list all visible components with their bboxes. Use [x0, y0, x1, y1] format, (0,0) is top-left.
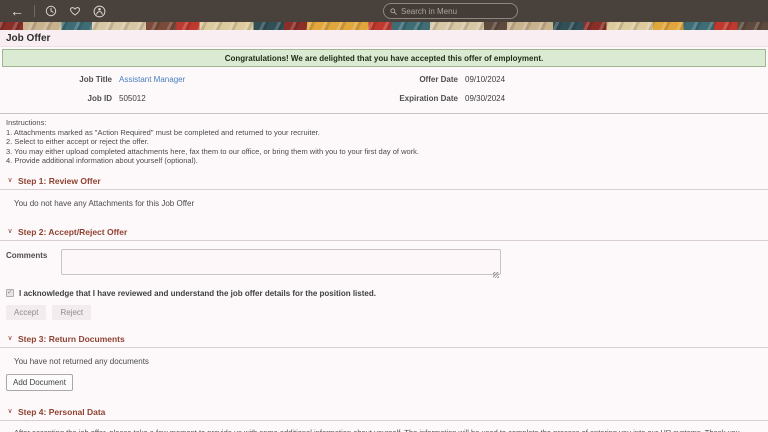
comments-row: Comments — [0, 241, 768, 280]
offer-summary: Job Title Assistant Manager Job ID 50501… — [0, 67, 768, 114]
instruction-line: 2. Select to either accept or reject the… — [6, 137, 762, 147]
confirmation-banner: Congratulations! We are delighted that y… — [2, 49, 766, 67]
step2-header[interactable]: Step 2: Accept/Reject Offer — [0, 224, 768, 241]
decorative-banner-strip — [0, 22, 768, 30]
step3-empty-text: You have not returned any documents — [0, 348, 768, 366]
instruction-line: 4. Provide additional information about … — [6, 156, 762, 166]
global-search[interactable] — [383, 3, 518, 19]
job-title-link[interactable]: Assistant Manager — [119, 75, 185, 84]
step4-section: Step 4: Personal Data After accepting th… — [0, 404, 768, 432]
expiration-date-value: 09/30/2024 — [465, 94, 505, 103]
add-document-button[interactable]: Add Document — [6, 374, 73, 391]
step3-title: Step 3: Return Documents — [18, 334, 125, 344]
accessibility-button[interactable] — [90, 2, 108, 20]
instruction-line: 3. You may either upload completed attac… — [6, 147, 762, 157]
chevron-down-icon — [6, 335, 14, 343]
page-title: Job Offer — [6, 33, 50, 44]
search-input[interactable] — [401, 7, 511, 16]
topbar-divider — [34, 5, 35, 17]
acknowledge-row: I acknowledge that I have reviewed and u… — [0, 280, 768, 298]
clock-icon — [45, 5, 57, 17]
job-id-label: Job ID — [0, 94, 112, 103]
chevron-down-icon — [6, 228, 14, 236]
accept-reject-buttons: Accept Reject — [0, 298, 768, 320]
step1-section: Step 1: Review Offer You do not have any… — [0, 173, 768, 208]
step1-empty-text: You do not have any Attachments for this… — [0, 190, 768, 208]
search-icon — [390, 7, 397, 16]
page-header: Job Offer — [0, 30, 768, 47]
acknowledge-checkbox[interactable] — [6, 289, 14, 297]
chevron-down-icon — [6, 177, 14, 185]
offer-date-label: Offer Date — [380, 75, 458, 84]
accept-button[interactable]: Accept — [6, 305, 46, 320]
back-arrow-icon: ← — [10, 4, 24, 18]
offer-date-value: 09/10/2024 — [465, 75, 505, 84]
instruction-line: 1. Attachments marked as "Action Require… — [6, 128, 762, 138]
instructions-title: Instructions: — [6, 118, 762, 128]
acknowledge-text: I acknowledge that I have reviewed and u… — [19, 289, 376, 298]
step4-header[interactable]: Step 4: Personal Data — [0, 404, 768, 421]
step3-header[interactable]: Step 3: Return Documents — [0, 331, 768, 348]
favorites-button[interactable] — [66, 2, 84, 20]
topbar: ← — [0, 0, 768, 22]
recent-history-button[interactable] — [42, 2, 60, 20]
step2-section: Step 2: Accept/Reject Offer Comments I a… — [0, 224, 768, 320]
job-title-row: Job Title Assistant Manager — [0, 73, 380, 86]
step4-description: After accepting the job offer, please ta… — [0, 421, 768, 432]
expiration-date-row: Expiration Date 09/30/2024 — [380, 92, 760, 105]
confirmation-banner-text: Congratulations! We are delighted that y… — [225, 54, 544, 63]
chevron-down-icon — [6, 408, 14, 416]
heart-icon — [69, 5, 81, 17]
expiration-date-label: Expiration Date — [380, 94, 458, 103]
job-title-label: Job Title — [0, 75, 112, 84]
person-circle-icon — [93, 5, 106, 18]
step1-title: Step 1: Review Offer — [18, 176, 101, 186]
job-id-value: 505012 — [119, 94, 146, 103]
back-button[interactable]: ← — [8, 2, 26, 20]
step3-section: Step 3: Return Documents You have not re… — [0, 331, 768, 391]
offer-date-row: Offer Date 09/10/2024 — [380, 73, 760, 86]
comments-textarea[interactable] — [61, 249, 501, 275]
step1-header[interactable]: Step 1: Review Offer — [0, 173, 768, 190]
step4-title: Step 4: Personal Data — [18, 407, 105, 417]
job-id-row: Job ID 505012 — [0, 92, 380, 105]
step2-title: Step 2: Accept/Reject Offer — [18, 227, 127, 237]
reject-button[interactable]: Reject — [52, 305, 91, 320]
comments-label: Comments — [6, 251, 47, 260]
instructions-block: Instructions: 1. Attachments marked as "… — [0, 114, 768, 166]
